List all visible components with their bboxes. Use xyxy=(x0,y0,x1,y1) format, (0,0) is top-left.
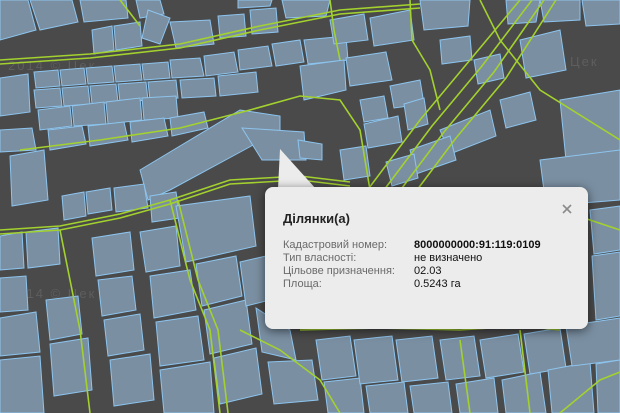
land-parcel[interactable] xyxy=(113,21,143,51)
land-parcel[interactable] xyxy=(61,191,87,221)
land-parcel[interactable] xyxy=(0,311,41,357)
parcel-info-popup: Ділянки(а) Кадастровий номер: 8000000000… xyxy=(265,187,588,329)
land-parcel[interactable] xyxy=(113,63,143,83)
land-parcel[interactable] xyxy=(271,39,305,67)
land-parcel[interactable] xyxy=(141,95,179,121)
land-parcel[interactable] xyxy=(539,0,581,23)
land-parcel[interactable] xyxy=(149,191,181,223)
land-parcel[interactable] xyxy=(59,67,87,87)
land-parcel[interactable] xyxy=(237,45,273,71)
land-parcel[interactable] xyxy=(523,327,567,375)
land-parcel[interactable] xyxy=(61,85,91,107)
info-label: Площа: xyxy=(283,278,322,290)
land-parcel[interactable] xyxy=(97,275,137,317)
land-parcel[interactable] xyxy=(49,337,93,397)
land-parcel[interactable] xyxy=(25,227,61,269)
info-label: Кадастровий номер: xyxy=(283,239,388,251)
land-parcel[interactable] xyxy=(155,315,205,367)
info-row-cadastral-number: Кадастровий номер: 8000000000:91:119:010… xyxy=(283,239,541,252)
info-row-purpose: Цільове призначення: 02.03 xyxy=(283,265,541,278)
land-parcel[interactable] xyxy=(395,335,439,383)
info-value: не визначено xyxy=(414,252,483,264)
close-x-icon[interactable] xyxy=(560,202,574,216)
land-parcel[interactable] xyxy=(455,377,499,413)
land-parcel[interactable] xyxy=(595,359,620,413)
land-parcel[interactable] xyxy=(9,149,49,207)
land-parcel[interactable] xyxy=(169,57,205,79)
land-parcel[interactable] xyxy=(217,71,259,97)
land-parcel[interactable] xyxy=(0,231,25,271)
land-parcel[interactable] xyxy=(45,295,83,341)
popup-title: Ділянки(а) xyxy=(283,211,350,226)
land-parcel[interactable] xyxy=(33,69,61,89)
land-parcel[interactable] xyxy=(105,97,143,125)
land-parcel[interactable] xyxy=(79,0,129,23)
land-parcel[interactable] xyxy=(37,105,73,131)
land-parcel[interactable] xyxy=(315,335,357,381)
land-parcel[interactable] xyxy=(139,225,181,273)
land-parcel[interactable] xyxy=(345,51,393,87)
info-label: Цільове призначення: xyxy=(283,265,395,277)
land-parcel[interactable] xyxy=(109,353,155,407)
land-parcel[interactable] xyxy=(0,355,45,413)
info-label: Тип власності: xyxy=(283,252,357,264)
land-parcel[interactable] xyxy=(159,361,215,413)
land-parcel[interactable] xyxy=(91,25,115,55)
land-parcel[interactable] xyxy=(359,95,389,123)
land-parcel[interactable] xyxy=(409,381,453,413)
parcel-info-list: Кадастровий номер: 8000000000:91:119:010… xyxy=(283,239,541,291)
land-parcel[interactable] xyxy=(559,89,620,161)
land-parcel[interactable] xyxy=(353,335,399,385)
land-parcel[interactable] xyxy=(591,251,620,321)
land-parcel[interactable] xyxy=(179,77,217,99)
land-parcel[interactable] xyxy=(85,187,113,215)
land-parcel[interactable] xyxy=(103,313,145,357)
info-value: 02.03 xyxy=(414,265,442,277)
land-parcel[interactable] xyxy=(141,61,171,81)
land-parcel[interactable] xyxy=(203,51,239,77)
land-parcel[interactable] xyxy=(33,87,63,109)
land-parcel[interactable] xyxy=(71,101,107,127)
land-parcel[interactable] xyxy=(547,361,595,413)
land-parcel[interactable] xyxy=(0,275,29,313)
popup-pointer xyxy=(278,149,316,189)
land-parcel[interactable] xyxy=(85,65,115,85)
land-parcel[interactable] xyxy=(479,333,525,379)
info-row-area: Площа: 0.5243 га xyxy=(283,278,541,291)
info-value: 8000000000:91:119:0109 xyxy=(414,239,541,251)
info-value: 0.5243 га xyxy=(414,278,461,290)
land-parcel[interactable] xyxy=(419,0,471,31)
info-row-ownership-type: Тип власності: не визначено xyxy=(283,252,541,265)
land-parcel[interactable] xyxy=(249,7,279,35)
land-parcel[interactable] xyxy=(267,359,319,405)
land-parcel[interactable] xyxy=(365,381,409,413)
land-parcel[interactable] xyxy=(0,73,31,117)
land-parcel[interactable] xyxy=(589,205,620,255)
land-parcel[interactable] xyxy=(501,371,547,413)
land-parcel[interactable] xyxy=(281,0,331,19)
map-watermark: Цек xyxy=(570,54,599,69)
land-parcel[interactable] xyxy=(581,0,620,27)
land-parcel[interactable] xyxy=(439,35,473,65)
land-parcel[interactable] xyxy=(91,231,135,277)
